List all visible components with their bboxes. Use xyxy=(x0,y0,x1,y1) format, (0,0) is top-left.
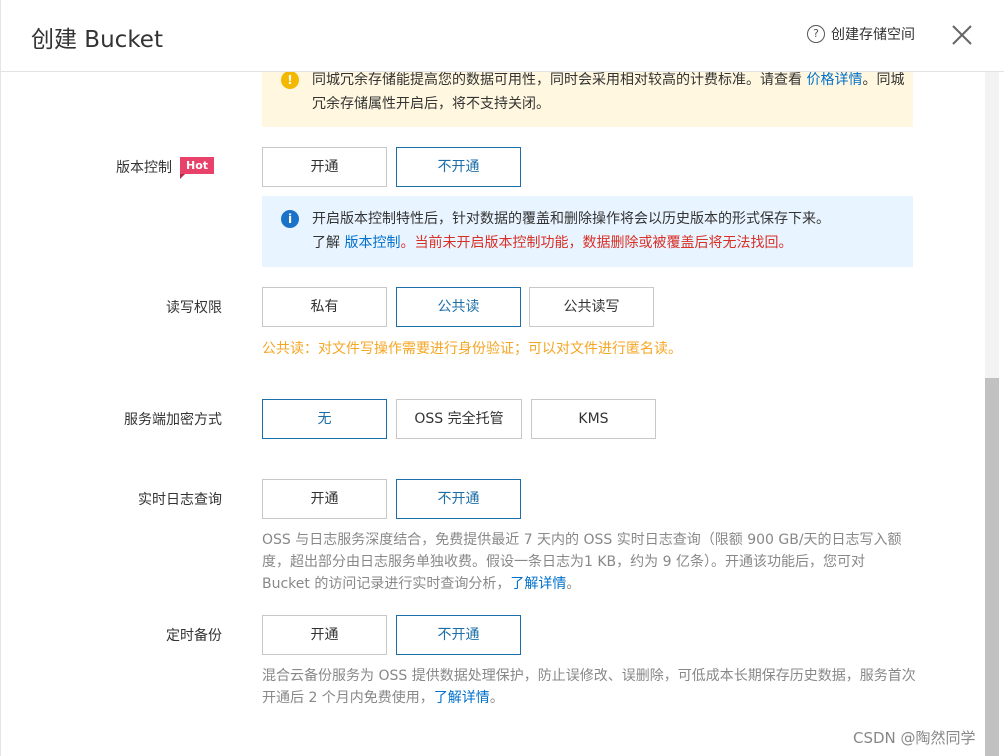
realtime-log-note: OSS 与日志服务深度结合，免费提供最近 7 天内的 OSS 实时日志查询（限额… xyxy=(262,532,902,592)
acl-note: 公共读：对文件写操作需要进行身份验证；可以对文件进行匿名读。 xyxy=(262,341,682,357)
versioning-info-line2: 了解 版本控制。当前未开启版本控制功能，数据删除或被覆盖后将无法找回。 xyxy=(312,235,793,251)
encryption-none-button[interactable]: 无 xyxy=(262,399,387,439)
encryption-kms-button[interactable]: KMS xyxy=(531,399,656,439)
price-details-link[interactable]: 价格详情 xyxy=(806,72,862,88)
realtime-log-details-link[interactable]: 了解详情 xyxy=(510,576,566,592)
versioning-warning-text: 。当前未开启版本控制功能，数据删除或被覆盖后将无法找回。 xyxy=(400,235,793,251)
backup-details-link[interactable]: 了解详情 xyxy=(434,690,490,706)
create-bucket-dialog: ! 同城冗余存储能提高您的数据可用性，同时会采用相对较高的计费标准。请查看 价格… xyxy=(0,0,1004,756)
backup-note: 混合云备份服务为 OSS 提供数据处理保护，防止误修改、误删除，可低成本长期保存… xyxy=(262,668,916,706)
info-icon: i xyxy=(281,210,299,228)
realtime-log-disable-button[interactable]: 不开通 xyxy=(396,479,521,519)
versioning-info-line1: 开启版本控制特性后，针对数据的覆盖和删除操作将会以历史版本的形式保存下来。 xyxy=(312,211,830,227)
warning-icon: ! xyxy=(281,71,299,89)
acl-label: 读写权限 xyxy=(166,300,222,316)
watermark: CSDN @陶然同学 xyxy=(853,729,976,747)
backup-enable-button[interactable]: 开通 xyxy=(262,615,387,655)
scrollbar-thumb[interactable] xyxy=(985,378,999,756)
dialog-header: 创建 Bucket ? 创建存储空间 xyxy=(1,0,1004,72)
close-icon[interactable] xyxy=(949,22,975,48)
help-label: 创建存储空间 xyxy=(831,27,915,43)
redundancy-warning-text: 同城冗余存储能提高您的数据可用性，同时会采用相对较高的计费标准。请查看 价格详情… xyxy=(312,72,905,112)
redundancy-warning-alert: ! 同城冗余存储能提高您的数据可用性，同时会采用相对较高的计费标准。请查看 价格… xyxy=(262,71,913,127)
realtime-log-enable-button[interactable]: 开通 xyxy=(262,479,387,519)
acl-private-button[interactable]: 私有 xyxy=(262,287,387,327)
backup-label: 定时备份 xyxy=(166,628,222,644)
acl-public-read-button[interactable]: 公共读 xyxy=(396,287,521,327)
create-bucket-help-link[interactable]: ? 创建存储空间 xyxy=(807,24,915,44)
realtime-log-label: 实时日志查询 xyxy=(138,492,222,508)
versioning-link[interactable]: 版本控制 xyxy=(344,235,400,251)
versioning-disable-button[interactable]: 不开通 xyxy=(396,147,521,187)
question-icon: ? xyxy=(807,25,825,43)
encryption-label: 服务端加密方式 xyxy=(124,412,222,428)
hot-badge: Hot xyxy=(180,157,215,179)
versioning-info-alert: i 开启版本控制特性后，针对数据的覆盖和删除操作将会以历史版本的形式保存下来。 … xyxy=(262,196,913,267)
versioning-enable-button[interactable]: 开通 xyxy=(262,147,387,187)
acl-public-read-write-button[interactable]: 公共读写 xyxy=(529,287,654,327)
dialog-title: 创建 Bucket xyxy=(31,27,163,53)
encryption-oss-managed-button[interactable]: OSS 完全托管 xyxy=(396,399,522,439)
versioning-label: 版本控制 xyxy=(116,160,172,176)
backup-disable-button[interactable]: 不开通 xyxy=(396,615,521,655)
